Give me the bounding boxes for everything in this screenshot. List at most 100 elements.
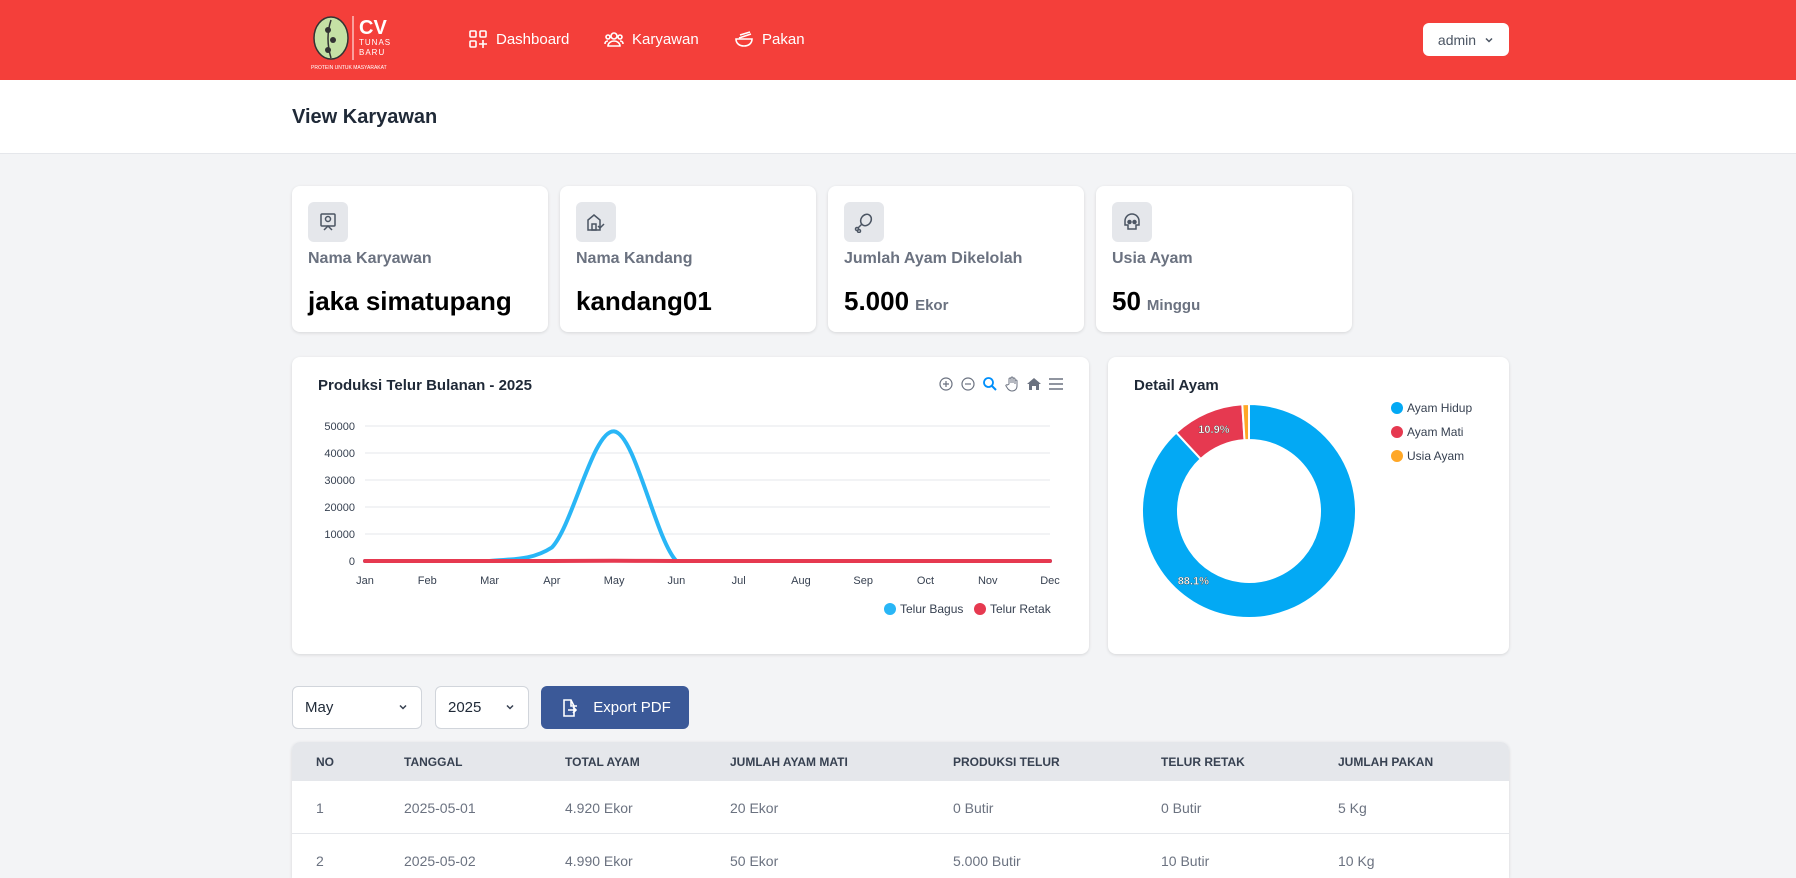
stat-value: 50 Minggu: [1112, 286, 1200, 317]
series-line-telur-bagus: [363, 429, 1052, 563]
export-pdf-label: Export PDF: [593, 699, 671, 716]
top-navbar: CV TUNAS BARU PROTEIN UNTUK MASYARAKAT D…: [0, 0, 1796, 80]
y-tick-label: 0: [349, 556, 355, 568]
chicken-leg-icon: [844, 202, 884, 242]
x-tick-label: Sep: [853, 575, 873, 587]
table-header-cell: NO: [316, 755, 334, 769]
users-icon: [604, 32, 624, 47]
stat-label: Nama Kandang: [576, 250, 693, 267]
legend-marker: [1391, 402, 1403, 414]
table-header-cell: JUMLAH PAKAN: [1338, 755, 1434, 769]
donut-data-label: 10.9%: [1198, 424, 1229, 436]
stat-value: kandang01: [576, 286, 712, 317]
stat-value-text: 5.000: [844, 286, 910, 316]
nav-karyawan[interactable]: Karyawan: [604, 29, 699, 49]
table-cell: 5 Kg: [1338, 800, 1367, 816]
brand-tunas: TUNAS: [359, 38, 391, 47]
page-header: View Karyawan: [0, 80, 1796, 154]
file-export-icon: [563, 698, 578, 717]
export-pdf-button[interactable]: Export PDF: [541, 686, 689, 729]
donut-slice-usia-ayam: [1241, 402, 1250, 442]
y-tick-label: 40000: [324, 448, 355, 460]
year-select[interactable]: 2025: [435, 686, 529, 729]
table-row[interactable]: 1 2025-05-01 4.920 Ekor 20 Ekor 0 Butir …: [292, 781, 1509, 834]
x-tick-label: Jul: [732, 575, 746, 587]
table-cell: 2025-05-02: [404, 853, 476, 869]
table-cell: 10 Kg: [1338, 853, 1375, 869]
chevron-down-icon: [506, 704, 514, 710]
month-select-value: May: [305, 699, 334, 716]
table-cell: 2025-05-01: [404, 800, 476, 816]
chevron-down-icon: [1485, 37, 1493, 43]
legend-label: Telur Bagus: [900, 602, 963, 616]
x-tick-label: Jun: [667, 575, 685, 587]
legend-marker: [974, 603, 986, 615]
feed-bowl-icon: [735, 31, 753, 47]
table-cell: 4.920 Ekor: [565, 800, 633, 816]
skull-icon: [1112, 202, 1152, 242]
page-title: View Karyawan: [292, 106, 438, 128]
legend-label: Ayam Hidup: [1407, 401, 1472, 415]
stat-card-coop: Nama Kandang kandang01: [560, 186, 816, 332]
line-chart-svg: 50000 40000 30000 20000 10000 0Jan Feb Mar Apr Ma…: [324, 421, 1060, 616]
dashboard-icon: [469, 30, 487, 48]
coop-icon: [576, 202, 616, 242]
legend-label: Ayam Mati: [1407, 425, 1463, 439]
table-header: NO TANGGAL TOTAL AYAM JUMLAH AYAM MATI P…: [292, 742, 1509, 781]
user-name: admin: [1437, 31, 1477, 48]
legend-marker: [884, 603, 896, 615]
brand-cv: CV: [359, 17, 387, 39]
y-tick-label: 10000: [324, 529, 355, 541]
employee-icon: [308, 202, 348, 242]
nav-pakan[interactable]: Pakan: [734, 29, 805, 49]
stat-unit: Ekor: [915, 297, 949, 314]
nav-pakan-label: Pakan: [762, 30, 805, 48]
stat-label: Jumlah Ayam Dikelolah: [844, 250, 1023, 267]
brand-baru: BARU: [359, 48, 385, 57]
chevron-down-icon: [399, 704, 407, 710]
nav-dashboard[interactable]: Dashboard: [468, 29, 569, 49]
x-tick-label: May: [604, 575, 625, 587]
table-cell: 0 Butir: [953, 800, 994, 816]
x-tick-label: Nov: [978, 575, 998, 587]
table-header-cell: TELUR RETAK: [1161, 755, 1245, 769]
month-select[interactable]: May: [292, 686, 422, 729]
donut-chart-svg: 88.1% 10.9% Ayam Hidup Ayam Mati Usia Ayam: [1141, 401, 1472, 619]
table-cell: 4.990 Ekor: [565, 853, 633, 869]
legend-label: Usia Ayam: [1407, 449, 1464, 463]
stat-value-text: 50: [1112, 286, 1141, 316]
table-cell: 0 Butir: [1161, 800, 1202, 816]
stat-card-chicken-age: Usia Ayam 50 Minggu: [1096, 186, 1352, 332]
chicken-detail-chart-card: Detail Ayam 88.1% 10.9% Ayam Hidup Ayam Mat…: [1108, 357, 1509, 654]
table-header-cell: JUMLAH AYAM MATI: [730, 755, 848, 769]
x-tick-label: Aug: [791, 575, 811, 587]
stat-label: Nama Karyawan: [308, 250, 432, 267]
table-header-cell: TOTAL AYAM: [565, 755, 640, 769]
table-cell: 5.000 Butir: [953, 853, 1021, 869]
stat-card-chicken-count: Jumlah Ayam Dikelolah 5.000 Ekor: [828, 186, 1084, 332]
y-tick-label: 50000: [324, 421, 355, 433]
table-cell: 20 Ekor: [730, 800, 779, 816]
x-tick-label: Mar: [480, 575, 499, 587]
table-header-cell: PRODUKSI TELUR: [953, 755, 1060, 769]
x-tick-label: Feb: [418, 575, 437, 587]
table-cell: 1: [316, 800, 324, 816]
x-tick-label: Jan: [356, 575, 374, 587]
stat-label: Usia Ayam: [1112, 250, 1193, 267]
y-tick-label: 20000: [324, 502, 355, 514]
year-select-value: 2025: [448, 699, 482, 716]
stat-card-employee: Nama Karyawan jaka simatupang: [292, 186, 548, 332]
company-logo[interactable]: CV TUNAS BARU PROTEIN UNTUK MASYARAKAT: [309, 12, 405, 72]
brand-tagline: PROTEIN UNTUK MASYARAKAT: [311, 65, 387, 71]
table-cell: 10 Butir: [1161, 853, 1210, 869]
table-row[interactable]: 2 2025-05-02 4.990 Ekor 50 Ekor 5.000 Bu…: [292, 834, 1509, 878]
nav-dashboard-label: Dashboard: [496, 30, 570, 48]
stat-value-text: kandang01: [576, 286, 712, 316]
y-tick-label: 30000: [324, 475, 355, 487]
daily-record-table: NO TANGGAL TOTAL AYAM JUMLAH AYAM MATI P…: [292, 742, 1509, 878]
table-cell: 2: [316, 853, 324, 869]
x-tick-label: Apr: [543, 575, 560, 587]
stat-value-text: jaka simatupang: [308, 286, 512, 316]
table-cell: 50 Ekor: [730, 853, 779, 869]
user-menu-button[interactable]: admin: [1423, 23, 1509, 56]
